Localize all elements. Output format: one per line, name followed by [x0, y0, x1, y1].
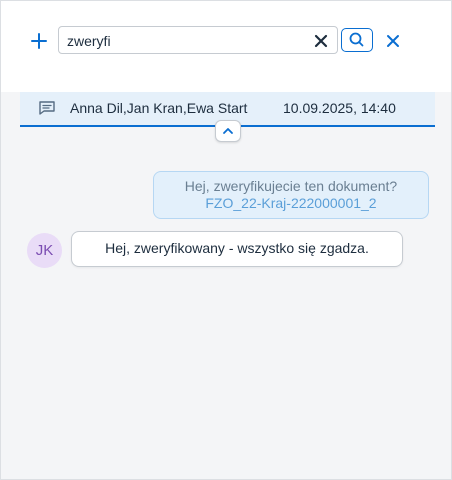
document-link[interactable]: FZO_22-Kraj-222000001_2: [154, 195, 428, 212]
outgoing-message: Hej, zweryfikujecie ten dokument? FZO_22…: [153, 171, 429, 219]
message-text: Hej, zweryfikujecie ten dokument?: [184, 178, 398, 194]
clear-search-button[interactable]: [311, 31, 331, 51]
conversation-participants: Anna Dil,Jan Kran,Ewa Start: [70, 100, 248, 116]
close-search-button[interactable]: [384, 32, 402, 50]
search-icon: [349, 32, 364, 47]
search-toolbar: [1, 1, 451, 92]
search-input[interactable]: [67, 31, 297, 51]
incoming-message: Hej, zweryfikowany - wszystko się zgadza…: [71, 231, 403, 267]
conversation-datetime: 10.09.2025, 14:40: [283, 100, 396, 116]
close-icon: [387, 35, 399, 47]
search-button[interactable]: [341, 28, 373, 52]
collapse-button[interactable]: [215, 120, 241, 142]
plus-icon: [31, 33, 47, 49]
add-conversation-button[interactable]: [27, 29, 51, 53]
search-field: [58, 26, 338, 54]
message-text: Hej, zweryfikowany - wszystko się zgadza…: [105, 240, 369, 256]
close-icon: [314, 34, 328, 48]
message-icon: [39, 101, 55, 115]
chevron-up-icon: [223, 128, 233, 134]
chat-panel: Anna Dil,Jan Kran,Ewa Start 10.09.2025, …: [0, 0, 452, 480]
avatar: JK: [27, 233, 62, 268]
